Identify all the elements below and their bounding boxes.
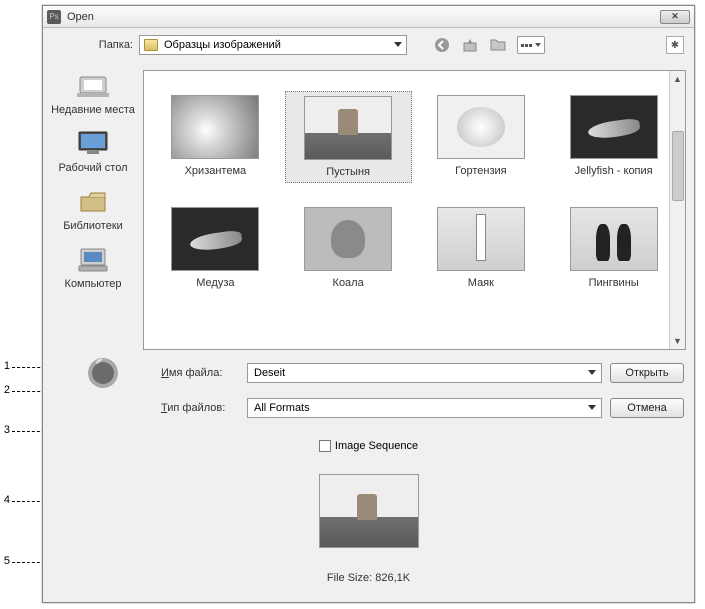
file-label: Коала: [333, 277, 364, 289]
thumbnail: [437, 207, 525, 271]
titlebar: Ps Open ✕: [43, 6, 694, 28]
thumbnail: [304, 207, 392, 271]
sidebar-item-computer[interactable]: Компьютер: [65, 244, 122, 290]
scroll-up-icon[interactable]: ▲: [670, 71, 685, 87]
chevron-down-icon: [394, 42, 402, 47]
file-size-label: File Size: 826,1K: [53, 572, 684, 584]
file-list-pane: Хризантема Пустыня Гортензия Jellyfish - ко…: [143, 70, 686, 350]
view-mode-button[interactable]: [517, 36, 545, 54]
filetype-label: Тип файлов:: [161, 402, 239, 414]
filename-value: Deseit: [254, 367, 285, 379]
app-icon: Ps: [47, 10, 61, 24]
close-button[interactable]: ✕: [660, 10, 690, 24]
file-grid: Хризантема Пустыня Гортензия Jellyfish - ко…: [144, 71, 685, 301]
thumbnail: [570, 95, 658, 159]
favorite-button[interactable]: ✱: [666, 36, 684, 54]
file-label: Маяк: [468, 277, 494, 289]
folder-combo[interactable]: Образцы изображений: [139, 35, 407, 55]
thumbnail: [437, 95, 525, 159]
file-item[interactable]: Гортензия: [418, 91, 545, 183]
back-button[interactable]: [433, 36, 451, 54]
image-sequence-label: Image Sequence: [335, 440, 418, 452]
file-item[interactable]: Медуза: [152, 203, 279, 293]
file-item[interactable]: Пустыня: [285, 91, 412, 183]
new-folder-button[interactable]: [489, 36, 507, 54]
chevron-down-icon: [588, 370, 596, 375]
scroll-down-icon[interactable]: ▼: [670, 333, 685, 349]
image-sequence-checkbox[interactable]: [319, 440, 331, 452]
open-dialog: Ps Open ✕ Папка: Образцы изображений ✱ Н…: [42, 5, 695, 603]
desktop-icon: [76, 128, 110, 158]
scroll-thumb[interactable]: [672, 131, 684, 201]
thumbnail: [570, 207, 658, 271]
file-label: Гортензия: [455, 165, 506, 177]
chevron-down-icon: [588, 405, 596, 410]
places-sidebar: Недавние места Рабочий стол Библиотеки К…: [43, 62, 143, 350]
folder-toolbar: Папка: Образцы изображений ✱: [43, 28, 694, 62]
controls-area: Имя файла: Deseit Открыть Тип файлов: Al…: [43, 350, 694, 584]
up-button[interactable]: [461, 36, 479, 54]
cancel-button[interactable]: Отмена: [610, 398, 684, 418]
recent-places-icon: [76, 70, 110, 100]
preview-thumbnail: [319, 474, 419, 548]
file-item[interactable]: Jellyfish - копия: [550, 91, 677, 183]
thumbnail: [171, 207, 259, 271]
sidebar-item-libraries[interactable]: Библиотеки: [63, 186, 123, 232]
filetype-value: All Formats: [254, 402, 310, 414]
folder-label: Папка:: [53, 39, 133, 51]
file-item[interactable]: Коала: [285, 203, 412, 293]
folder-icon: [144, 39, 158, 51]
callout-annotations: 1 2 3 4 5: [0, 0, 42, 609]
scrollbar[interactable]: ▲ ▼: [669, 71, 685, 349]
image-sequence-row: Image Sequence: [53, 440, 684, 452]
file-label: Пустыня: [326, 166, 370, 178]
filetype-combo[interactable]: All Formats: [247, 398, 602, 418]
file-label: Хризантема: [185, 165, 247, 177]
open-button[interactable]: Открыть: [610, 363, 684, 383]
photoshop-file-icon: [86, 356, 120, 390]
file-item[interactable]: Хризантема: [152, 91, 279, 183]
filename-label: Имя файла:: [161, 367, 239, 379]
thumbnail: [304, 96, 392, 160]
file-item[interactable]: Пингвины: [550, 203, 677, 293]
thumbnail: [171, 95, 259, 159]
libraries-icon: [76, 186, 110, 216]
filename-combo[interactable]: Deseit: [247, 363, 602, 383]
file-item[interactable]: Маяк: [418, 203, 545, 293]
window-title: Open: [67, 11, 660, 23]
sidebar-item-desktop[interactable]: Рабочий стол: [58, 128, 127, 174]
folder-value: Образцы изображений: [164, 39, 281, 51]
file-label: Jellyfish - копия: [575, 165, 653, 177]
computer-icon: [76, 244, 110, 274]
file-label: Медуза: [196, 277, 234, 289]
sidebar-item-recent[interactable]: Недавние места: [51, 70, 135, 116]
file-label: Пингвины: [589, 277, 639, 289]
